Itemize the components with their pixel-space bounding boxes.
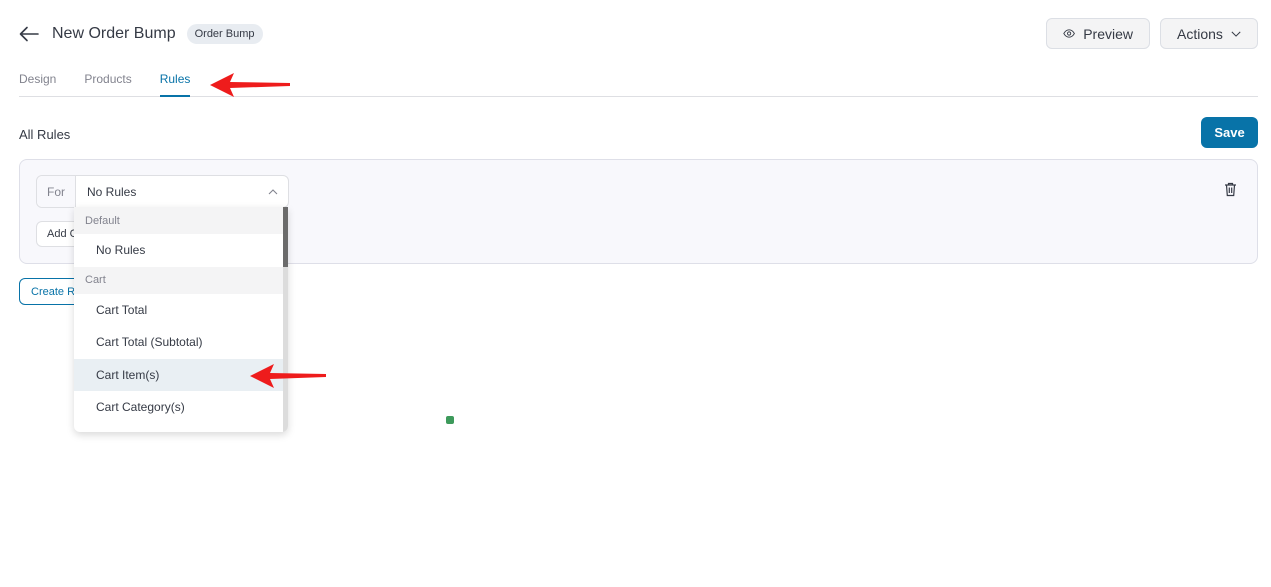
chevron-up-icon [268, 188, 278, 194]
for-label: For [37, 176, 76, 207]
option-cart-categories[interactable]: Cart Category(s) [74, 391, 283, 424]
annotation-arrow-tab [210, 73, 290, 97]
top-actions: Preview Actions [1046, 18, 1258, 49]
rule-type-select[interactable]: For No Rules [36, 175, 289, 208]
arrow-left-icon [19, 26, 39, 42]
dropdown-scrollbar[interactable] [283, 207, 288, 432]
cursor-marker [446, 416, 454, 424]
option-no-rules[interactable]: No Rules [74, 234, 283, 267]
actions-button[interactable]: Actions [1160, 18, 1258, 49]
trash-icon [1225, 182, 1236, 197]
actions-label: Actions [1177, 25, 1223, 42]
eye-icon [1063, 29, 1075, 38]
delete-rule-button[interactable] [1224, 182, 1237, 202]
selected-value: No Rules [87, 184, 137, 199]
dropdown-scrollbar-thumb[interactable] [283, 207, 288, 267]
preview-label: Preview [1083, 25, 1133, 42]
rule-type-dropdown: Default No Rules Cart Cart Total Cart To… [74, 207, 288, 432]
option-cart-total-subtotal[interactable]: Cart Total (Subtotal) [74, 326, 283, 359]
preview-button[interactable]: Preview [1046, 18, 1150, 49]
page-header: New Order Bump Order Bump [19, 20, 263, 48]
annotation-arrow-option [250, 364, 326, 388]
back-button[interactable] [19, 20, 41, 48]
section-title: All Rules [19, 127, 71, 142]
dropdown-group-default: Default [74, 207, 283, 234]
tab-products[interactable]: Products [84, 72, 131, 97]
save-button[interactable]: Save [1201, 117, 1258, 148]
rule-type-value[interactable]: No Rules [76, 176, 288, 207]
option-cart-total[interactable]: Cart Total [74, 294, 283, 327]
tab-design[interactable]: Design [19, 72, 56, 97]
dropdown-group-cart: Cart [74, 266, 283, 294]
dropdown-list: Default No Rules Cart Cart Total Cart To… [74, 207, 283, 424]
chevron-down-icon [1231, 31, 1241, 37]
page-title: New Order Bump [52, 25, 176, 42]
tab-bar: Design Products Rules [19, 72, 1258, 97]
tab-rules[interactable]: Rules [159, 72, 191, 97]
type-badge: Order Bump [186, 24, 263, 44]
